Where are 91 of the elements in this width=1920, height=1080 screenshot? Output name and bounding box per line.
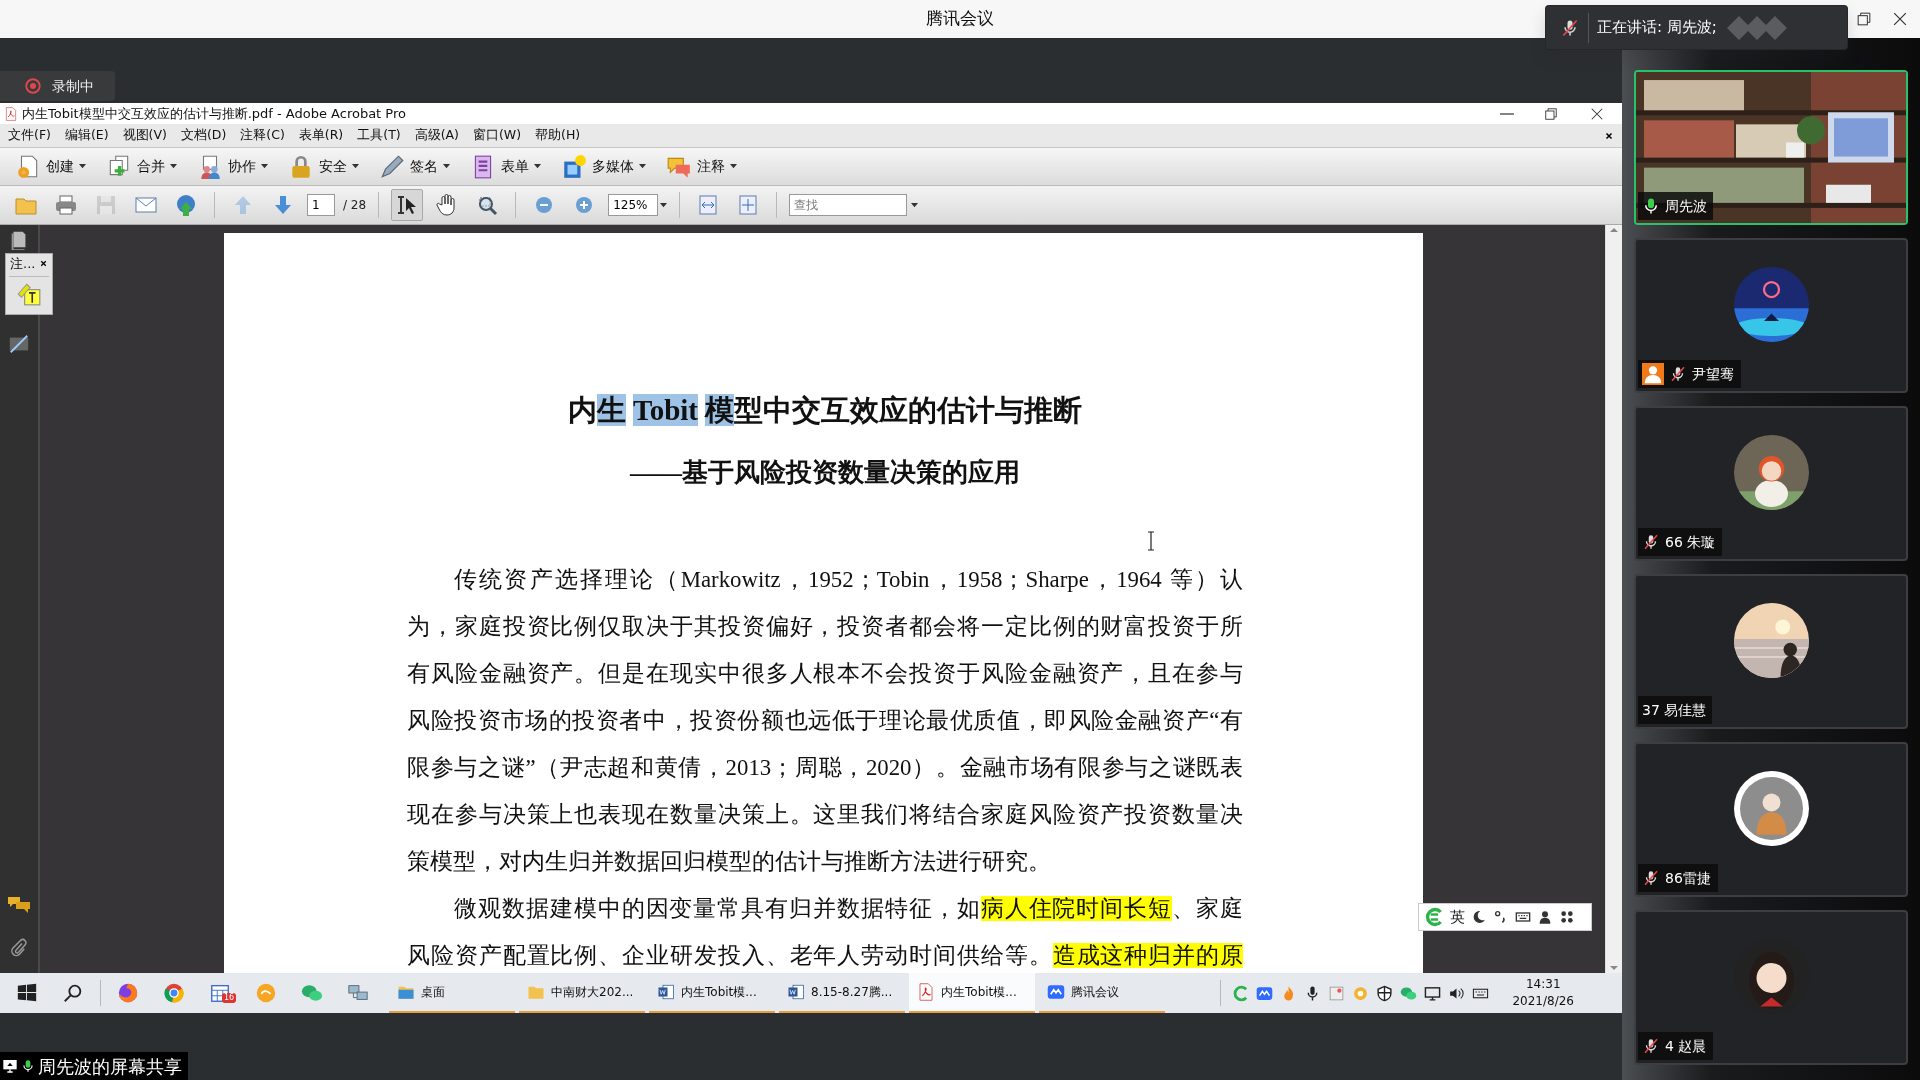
globe-icon <box>174 193 198 217</box>
pen-icon <box>379 153 405 180</box>
toolbar-button[interactable]: 多媒体 <box>558 151 649 182</box>
toolbar-button[interactable]: 协作 <box>194 151 271 182</box>
caret-icon <box>352 163 359 170</box>
zoom-field[interactable]: 125% <box>608 194 659 216</box>
record-icon <box>24 77 42 95</box>
caret-icon <box>261 163 268 170</box>
speaker-label: 正在讲话: 周先波; <box>1597 17 1717 39</box>
toolbar-button[interactable]: 创建 <box>12 151 89 182</box>
moon-icon[interactable] <box>1471 909 1487 925</box>
taskbar-button[interactable]: 内生Tobit模... <box>909 973 1035 1013</box>
window-title: 腾讯会议 <box>926 7 994 31</box>
menu-item[interactable]: 视图(V) <box>122 126 167 145</box>
menu-item[interactable]: 文档(D) <box>180 126 227 145</box>
clock-time: 14:31 <box>1524 976 1562 993</box>
find-dropdown-button[interactable] <box>911 201 919 209</box>
chat-bubbles-icon <box>301 982 323 1004</box>
close-icon <box>39 259 48 269</box>
palette-title: 注... <box>10 255 36 273</box>
find-field[interactable]: 查找 <box>789 194 908 216</box>
window-title: 内生Tobit模型中交互效应的估计与推断.pdf - Adobe Acrobat Pro <box>22 104 406 123</box>
page-field[interactable]: 1 <box>307 194 335 216</box>
caret-icon <box>911 201 919 209</box>
note-icon[interactable] <box>1328 984 1346 1002</box>
toolbar-button[interactable]: 注释 <box>663 151 740 182</box>
microphone-icon <box>21 1057 35 1075</box>
windows-logo-icon <box>16 982 38 1004</box>
menu-item[interactable]: 注释(C) <box>240 126 285 145</box>
share-title: 周先波的屏幕共享 <box>38 1054 182 1079</box>
meeting-logo-icon <box>1047 983 1065 1001</box>
save-icon <box>94 193 118 217</box>
participant-name: 周先波 <box>1665 196 1707 216</box>
menu-item[interactable]: 帮助(H) <box>535 126 581 145</box>
person-icon[interactable] <box>1537 909 1553 925</box>
participant-name: 66 朱璇 <box>1665 532 1716 552</box>
clock-date: 2021/8/26 <box>1512 993 1574 1010</box>
grid-icon[interactable] <box>1559 909 1575 925</box>
close-document-button[interactable] <box>1604 130 1614 141</box>
pdf-icon <box>917 983 935 1001</box>
search-icon <box>62 982 84 1004</box>
print-icon <box>54 193 78 217</box>
caret-icon <box>660 201 668 209</box>
close-icon <box>1604 130 1614 141</box>
menu-item[interactable]: 文件(F) <box>8 126 51 145</box>
paragraph: 微观数据建模中的因变量常具有归并数据特征，如病人住院时间长短、家庭 风险资产配置比例、企业研发投入、老年人劳动时间供给等。造成这种归并的原 <box>407 895 1243 970</box>
toolbar-button[interactable]: 签名 <box>376 151 453 182</box>
menu-item[interactable]: 表单(R) <box>298 126 344 145</box>
document-title: 内生 Tobit 模型中交互效应的估计与推断 <box>566 393 1084 428</box>
menu-item[interactable]: 窗口(W) <box>472 126 522 145</box>
menu-item[interactable]: 编辑(E) <box>64 126 109 145</box>
toolbar-button[interactable]: 表单 <box>467 151 544 182</box>
shield-icon[interactable] <box>1376 984 1394 1002</box>
toolbar-button[interactable] <box>391 189 424 221</box>
input-mode-toggle[interactable]: 英 <box>1450 905 1465 929</box>
caret-icon <box>79 163 86 170</box>
minimize-button[interactable] <box>1500 112 1514 115</box>
paperclip-icon[interactable] <box>10 937 28 959</box>
participant-name: 4 赵晨 <box>1665 1036 1707 1056</box>
count-badge: 16 <box>222 993 237 1003</box>
participant-name: 37 易佳慧 <box>1642 700 1707 720</box>
smile-circle-icon <box>255 982 277 1004</box>
toolbar-button[interactable]: 安全 <box>285 151 362 182</box>
caret-icon <box>443 163 450 170</box>
film-star-icon <box>561 153 587 180</box>
muted-mic-icon <box>1560 17 1580 38</box>
toolbar-button[interactable]: 合并 <box>103 151 180 182</box>
participant-name: 尹望骞 <box>1692 364 1734 384</box>
caret-icon <box>639 163 646 170</box>
signature-icon[interactable] <box>8 333 30 355</box>
document-subtitle: ——基于风险投资数量决策的应用 <box>628 457 1021 489</box>
participant-name: 86雷捷 <box>1665 868 1711 888</box>
paragraph: 传统资产选择理论（Markowitz，1952；Tobin，1958；Sharpe，1964 等）认 为，家庭投资比例仅取决于其投资偏好，投资者都会将一定比例的财富投资于所 有风险金融资产。但是在现实中很多人根本不会投资于风险金融资产，且在参与 风险投资市场的投资者中，投资份额也远低于理论最优质值，即风险金融资产“有 限参与之谜”（尹志超和黄倩，2013；周聪，2020）。金融市场有限参与之谜既表 现在参与决策上也表现在数量决策上。这里我们将结合家庭风险资产投资数量决 策模型，对内生归并数据回归模型的估计与推断方法进行研究。 <box>407 566 1243 876</box>
menu-item[interactable]: 高级(A) <box>414 126 459 145</box>
caret-icon <box>170 163 177 170</box>
zoom-dropdown-button[interactable] <box>660 201 668 209</box>
keyboard-icon[interactable] <box>1515 909 1531 925</box>
caret-icon <box>730 163 737 170</box>
word-document-icon <box>657 983 675 1001</box>
fox-globe-icon <box>117 982 139 1004</box>
monitor-icon[interactable] <box>1424 984 1442 1002</box>
menu-item[interactable]: 工具(T) <box>357 126 401 145</box>
page-count: / 28 <box>343 197 367 214</box>
text-cursor-icon <box>1147 531 1155 551</box>
recording-label: 录制中 <box>52 76 94 96</box>
comments-icon[interactable] <box>7 895 31 915</box>
minimize-icon <box>1500 112 1514 115</box>
caret-icon <box>534 163 541 170</box>
close-button[interactable] <box>39 259 48 269</box>
meeting-logo-icon[interactable] <box>1256 984 1274 1002</box>
word-document-icon <box>787 983 805 1001</box>
